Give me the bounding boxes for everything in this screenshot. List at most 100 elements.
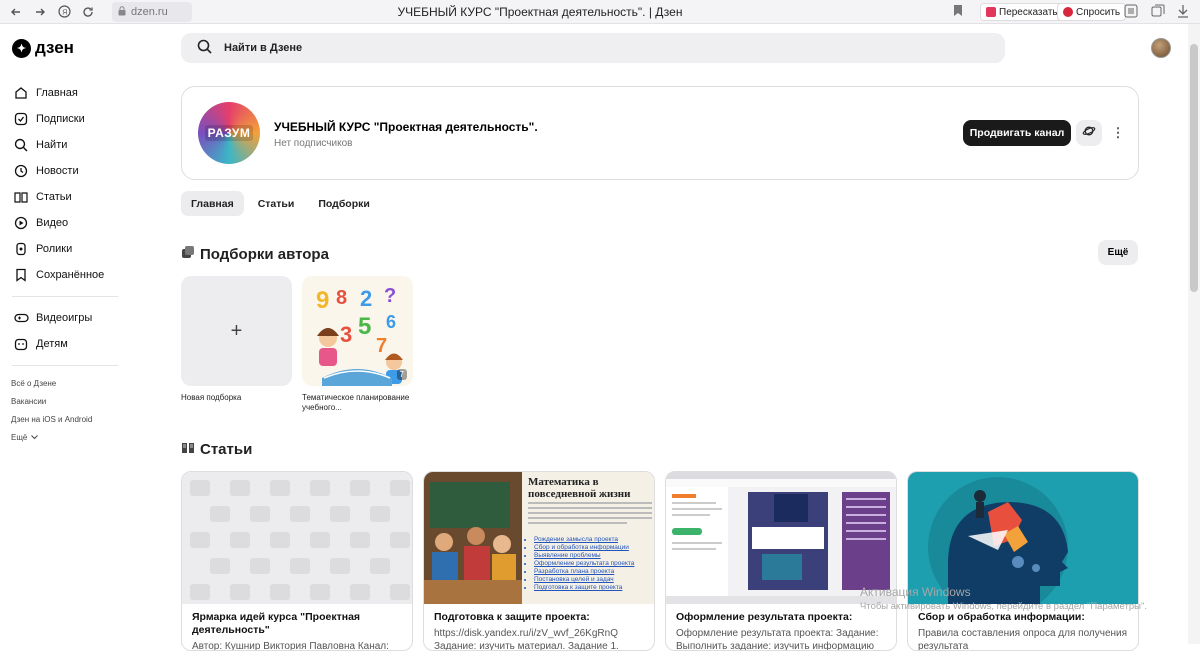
chevron-down-icon <box>31 433 39 442</box>
article-placeholder-image <box>182 472 412 604</box>
browser-toolbar: Я dzen.ru УЧЕБНЫЙ КУРС "Проектная деятел… <box>0 0 1200 24</box>
search-icon <box>13 137 29 153</box>
tab-main[interactable]: Главная <box>181 191 244 216</box>
subscriptions-icon <box>13 111 29 127</box>
lock-icon <box>118 5 126 19</box>
new-collection-label: Новая подборка <box>181 393 242 402</box>
search-placeholder: Найти в Дзене <box>224 42 303 54</box>
yandex-icon[interactable]: Я <box>56 4 72 20</box>
reload-icon[interactable] <box>80 4 96 20</box>
articles-icon <box>181 441 195 458</box>
article-desc: Автор: Кушнир Виктория Павловна Канал: <box>192 641 389 651</box>
sidebar-item-label: Подписки <box>36 113 85 125</box>
collections-title-text: Подборки автора <box>200 245 329 263</box>
sidebar-item-news[interactable]: Новости <box>0 158 130 184</box>
article-card[interactable]: Сбор и обработка информации: Правила сос… <box>907 471 1139 651</box>
new-collection-button[interactable]: + <box>181 276 292 386</box>
kids-icon <box>13 336 29 352</box>
svg-text:Я: Я <box>62 9 67 16</box>
footer-more-label: Ещё <box>11 432 28 442</box>
page-scrollbar[interactable] <box>1188 24 1200 644</box>
footer-link-about[interactable]: Всё о Дзене <box>0 374 130 392</box>
sidebar-item-kids[interactable]: Детям <box>0 331 130 357</box>
footer-link-vacancies[interactable]: Вакансии <box>0 392 130 410</box>
svg-text:2: 2 <box>360 286 372 311</box>
planet-button[interactable] <box>1076 120 1102 146</box>
channel-header: РАЗУМ УЧЕБНЫЙ КУРС "Проектная деятельнос… <box>181 86 1139 180</box>
collection-card[interactable]: 9 8 2 ? 5 3 7 6 7 <box>302 276 413 386</box>
news-icon <box>13 163 29 179</box>
footer-link-apps[interactable]: Дзен на iOS и Android <box>0 410 130 428</box>
more-vertical-icon[interactable]: ⋮ <box>1112 123 1125 143</box>
download-icon[interactable] <box>1177 4 1189 21</box>
collections-section-title: Подборки автора <box>181 245 329 263</box>
math-topic[interactable]: Выявление проблемы <box>534 552 654 560</box>
scrollbar-thumb[interactable] <box>1190 44 1198 292</box>
planet-icon <box>1082 124 1096 143</box>
dzen-logo[interactable]: ✦ дзен <box>12 38 74 58</box>
article-card[interactable]: Ярмарка идей курса "Проектная деятельнос… <box>181 471 413 651</box>
forward-arrow-icon[interactable] <box>32 4 48 20</box>
sidebar-item-home[interactable]: Главная <box>0 80 130 106</box>
article-title: Сбор и обработка информации: <box>918 611 1085 623</box>
sidebar-item-subscriptions[interactable]: Подписки <box>0 106 130 132</box>
promote-channel-button[interactable]: Продвигать канал <box>963 120 1071 146</box>
sidebar-item-games[interactable]: Видеоигры <box>0 305 130 331</box>
back-arrow-icon[interactable] <box>8 4 24 20</box>
collection-cover-image: 9 8 2 ? 5 3 7 6 <box>302 276 413 386</box>
sidebar-item-video[interactable]: Видео <box>0 210 130 236</box>
video-icon <box>13 215 29 231</box>
math-topic[interactable]: Рождение замысла проекта <box>534 536 654 544</box>
article-title: Ярмарка идей курса "Проектная деятельнос… <box>192 611 361 636</box>
article-card[interactable]: Математика в повседневной жизни Рождение… <box>423 471 655 651</box>
channel-avatar[interactable]: РАЗУМ <box>198 102 260 164</box>
svg-text:5: 5 <box>358 313 371 340</box>
sidebar-item-articles[interactable]: Статьи <box>0 184 130 210</box>
search-input[interactable]: Найти в Дзене <box>181 33 1005 63</box>
footer-link-more[interactable]: Ещё <box>0 428 130 446</box>
sidebar-item-label: Новости <box>36 165 79 177</box>
ask-button[interactable]: Спросить <box>1057 3 1127 21</box>
article-desc: https://disk.yandex.ru/i/zV_wvf_26KgRnQ … <box>434 628 619 651</box>
article-card[interactable]: Оформление результата проекта: Оформлени… <box>665 471 897 651</box>
bookmark-icon <box>13 267 29 283</box>
math-topic[interactable]: Подготовка к защите проекта <box>534 584 654 592</box>
user-avatar[interactable] <box>1151 38 1171 58</box>
sidebar-item-label: Главная <box>36 87 78 99</box>
windows-activation-watermark: Активация Windows <box>860 585 971 599</box>
search-icon <box>197 39 212 57</box>
sidebar-item-find[interactable]: Найти <box>0 132 130 158</box>
math-topic[interactable]: Постановка целей и задач <box>534 576 654 584</box>
sidebar-item-saved[interactable]: Сохранённое <box>0 262 130 288</box>
svg-text:6: 6 <box>386 312 396 332</box>
gamepad-icon <box>13 310 29 326</box>
article-title: Подготовка к защите проекта: <box>434 611 590 623</box>
channel-title: УЧЕБНЫЙ КУРС "Проектная деятельность". <box>274 120 538 134</box>
math-heading: Математика в повседневной жизни <box>528 476 631 500</box>
sidebar-divider <box>12 365 118 366</box>
collection-label: Тематическое планирование учебного... <box>302 393 410 412</box>
math-topic[interactable]: Разработка плана проекта <box>534 568 654 576</box>
tab-collections[interactable]: Подборки <box>308 191 380 216</box>
dzen-logo-icon: ✦ <box>12 38 31 58</box>
math-topic-list: Рождение замысла проекта Сбор и обработк… <box>534 536 654 592</box>
retell-button[interactable]: Пересказать <box>980 3 1064 21</box>
bookmark-flag-icon[interactable] <box>953 4 963 20</box>
article-title: Оформление результата проекта: <box>676 611 853 623</box>
articles-icon <box>13 189 29 205</box>
tab-articles[interactable]: Статьи <box>248 191 305 216</box>
sidebar-item-shorts[interactable]: Ролики <box>0 236 130 262</box>
ask-label: Спросить <box>1076 6 1121 18</box>
plus-icon: + <box>230 319 243 342</box>
sidebar-item-label: Видео <box>36 217 69 229</box>
address-bar[interactable]: dzen.ru <box>112 2 192 22</box>
url-text: dzen.ru <box>131 6 168 18</box>
article-desc: Правила составления опроса для получения… <box>918 628 1128 651</box>
menu-lines-icon[interactable] <box>1124 4 1138 21</box>
collections-more-button[interactable]: Ещё <box>1098 240 1138 265</box>
collections-icon[interactable] <box>1151 4 1165 21</box>
math-topic[interactable]: Сбор и обработка информации <box>534 544 654 552</box>
math-topic[interactable]: Оформление результата проекта <box>534 560 654 568</box>
svg-text:8: 8 <box>336 287 347 309</box>
article-desc: Оформление результата проекта: Задание: … <box>676 628 879 651</box>
